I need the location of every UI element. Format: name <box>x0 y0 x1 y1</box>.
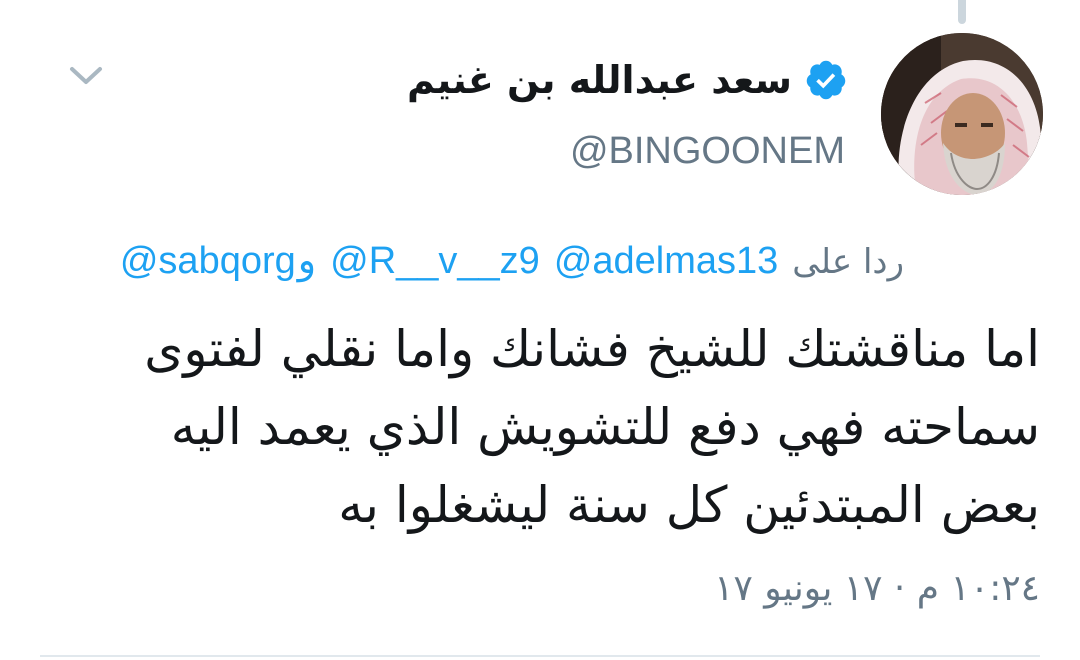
avatar[interactable] <box>881 33 1043 195</box>
mention-link[interactable]: @R__v__z9 <box>330 240 540 283</box>
mention-link[interactable]: @adelmas13 <box>554 240 778 283</box>
verified-badge-icon <box>806 60 846 100</box>
avatar-image <box>881 33 1043 195</box>
mention-conjunction: و <box>297 238 317 282</box>
tweet-text-line: بعض المبتدئين كل سنة ليشغلوا به <box>338 476 1040 534</box>
tweet-timestamp[interactable]: ١٠:٢٤ م · ١٧ يونيو ١٧ <box>714 568 1040 609</box>
reply-context: ردا على @adelmas13 @R__v__z9 و @sabqorg <box>120 238 904 283</box>
mention-link[interactable]: @sabqorg <box>120 240 296 283</box>
tweet-text-line: سماحته فهي دفع للتشويش الذي يعمد اليه <box>170 398 1040 456</box>
tweet-text-line: اما مناقشتك للشيخ فشانك واما نقلي لفتوى <box>144 320 1040 378</box>
divider <box>40 655 1040 657</box>
reply-prefix: ردا على <box>792 242 904 282</box>
chevron-down-icon <box>70 67 102 84</box>
tweet-menu-button[interactable] <box>62 58 110 94</box>
thread-connector-line <box>958 0 966 24</box>
tweet-body: اما مناقشتك للشيخ فشانك واما نقلي لفتوى … <box>30 310 1040 544</box>
author-display-name[interactable]: سعد عبدالله بن غنيم <box>407 58 792 102</box>
author-handle[interactable]: @BINGOONEM <box>570 130 845 173</box>
author-header: سعد عبدالله بن غنيم <box>407 58 848 102</box>
